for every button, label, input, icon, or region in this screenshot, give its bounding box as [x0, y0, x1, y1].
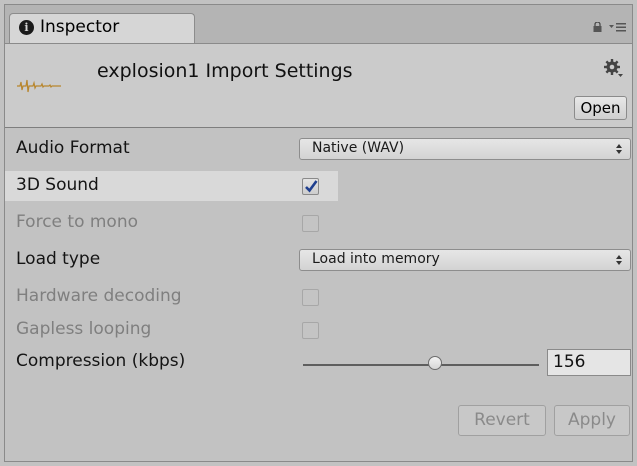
- row-gapless-looping: Gapless looping: [5, 315, 632, 345]
- compression-label: Compression (kbps): [16, 351, 186, 371]
- compression-slider-thumb[interactable]: [428, 356, 443, 370]
- lock-icon[interactable]: [593, 22, 602, 32]
- audio-waveform-icon: [17, 79, 61, 93]
- 3d-sound-checkbox[interactable]: [302, 178, 319, 195]
- audio-format-label: Audio Format: [16, 138, 130, 158]
- load-type-dropdown[interactable]: Load into memory: [299, 249, 631, 271]
- page-title: explosion1 Import Settings: [97, 60, 353, 82]
- inspector-window: i Inspector explosion1 Import Settings O…: [4, 4, 633, 462]
- apply-button[interactable]: Apply: [554, 405, 630, 436]
- 3d-sound-label: 3D Sound: [16, 175, 99, 195]
- audio-format-value: Native (WAV): [312, 140, 405, 156]
- dropdown-arrows-icon: [616, 144, 622, 154]
- panel-menu-icon[interactable]: [609, 21, 627, 33]
- row-force-to-mono: Force to mono: [5, 208, 632, 238]
- compression-value-field[interactable]: 156: [547, 349, 631, 376]
- load-type-label: Load type: [16, 249, 101, 269]
- row-audio-format: Audio Format Native (WAV): [5, 134, 632, 164]
- tab-bar: i Inspector: [5, 5, 632, 44]
- compression-slider-track[interactable]: [303, 364, 539, 366]
- row-3d-sound: 3D Sound: [5, 171, 632, 201]
- tab-inspector[interactable]: i Inspector: [9, 13, 195, 43]
- open-button[interactable]: Open: [574, 96, 627, 120]
- checkmark-icon: [305, 180, 318, 193]
- row-hardware-decoding: Hardware decoding: [5, 282, 632, 312]
- import-settings-header: explosion1 Import Settings Open: [5, 44, 632, 128]
- force-to-mono-checkbox[interactable]: [302, 215, 319, 232]
- hardware-decoding-checkbox[interactable]: [302, 289, 319, 306]
- row-compression: Compression (kbps) 156: [5, 347, 632, 377]
- row-load-type: Load type Load into memory: [5, 245, 632, 275]
- load-type-value: Load into memory: [312, 251, 440, 267]
- gapless-looping-label: Gapless looping: [16, 319, 152, 339]
- hardware-decoding-label: Hardware decoding: [16, 286, 182, 306]
- tab-label: Inspector: [40, 17, 120, 37]
- revert-button[interactable]: Revert: [458, 405, 546, 436]
- info-icon: i: [19, 20, 34, 35]
- audio-format-dropdown[interactable]: Native (WAV): [299, 138, 631, 160]
- dropdown-arrows-icon: [616, 255, 622, 265]
- force-to-mono-label: Force to mono: [16, 212, 139, 232]
- gapless-looping-checkbox[interactable]: [302, 322, 319, 339]
- gear-icon[interactable]: [603, 58, 623, 78]
